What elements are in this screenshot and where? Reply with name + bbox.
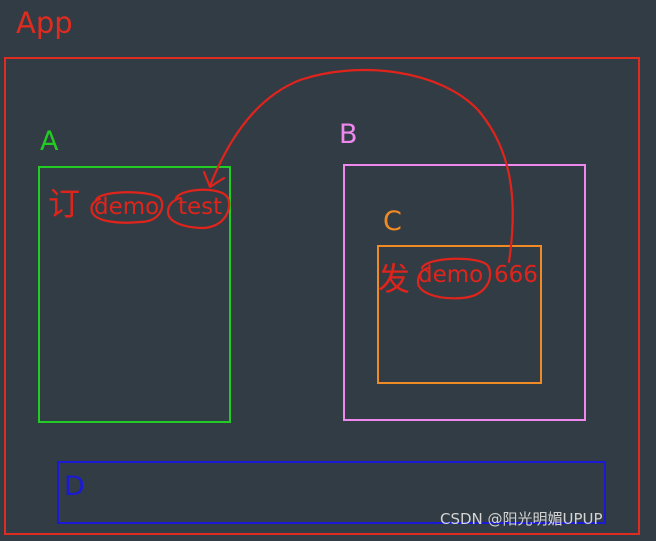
csdn-watermark: CSDN @阳光明媚UPUP [440,510,603,528]
annotation-overlay [90,68,514,300]
diagram-canvas: App A 订 demo test B C 发 demo 666 D CSDN … [0,0,656,541]
arrow-c-to-a [208,68,514,264]
circle-test-a [166,188,231,230]
circle-demo-a [90,191,164,224]
circle-demo-c [416,257,492,300]
